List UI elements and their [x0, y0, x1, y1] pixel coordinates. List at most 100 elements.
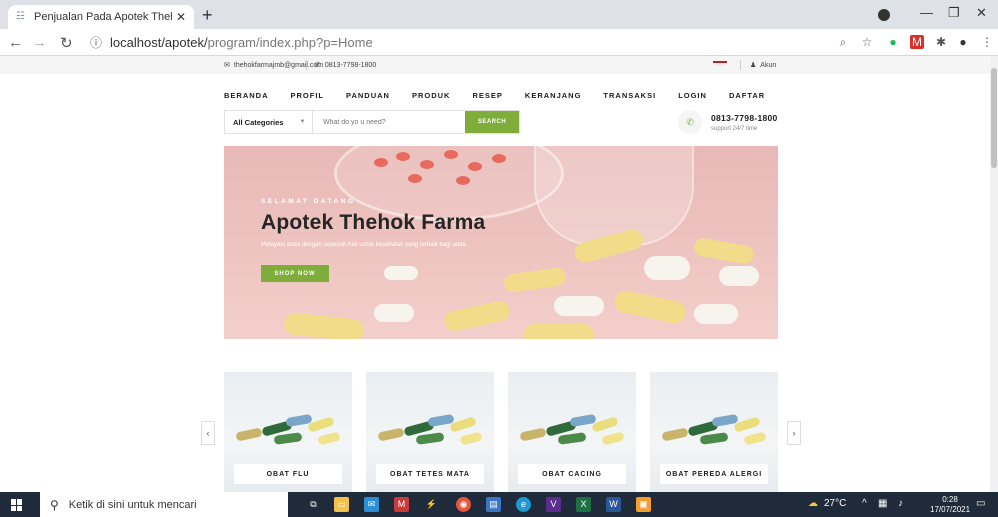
- carousel-prev-button[interactable]: ‹: [201, 421, 215, 445]
- category-label: OBAT PEREDA ALERGI: [660, 464, 768, 484]
- phone-text: 0813-7798-1800: [324, 61, 377, 69]
- menu-item-daftar[interactable]: DAFTAR: [729, 91, 765, 100]
- topbar-email: ✉ thehokfarmajmb@gmail.com: [224, 61, 324, 70]
- taskbar-clock[interactable]: 0:28 17/07/2021: [930, 495, 970, 515]
- clock-date: 17/07/2021: [930, 505, 971, 514]
- shop-now-button[interactable]: SHOP NOW: [261, 265, 329, 282]
- temperature[interactable]: 27°C: [824, 498, 846, 509]
- web-page: ✉ thehokfarmajmb@gmail.com ✆ 0813-7798-1…: [0, 56, 990, 492]
- forward-icon[interactable]: →: [32, 34, 47, 51]
- app-blue-icon[interactable]: ▤: [486, 497, 501, 512]
- url-field[interactable]: ⓘ localhost/apotek/program/index.php?p=H…: [90, 32, 820, 53]
- contact-support: support 24/7 time: [711, 125, 758, 132]
- capsules-image: [660, 410, 768, 450]
- contact-box: ✆ 0813-7798-1800 support 24/7 time: [678, 110, 778, 134]
- bookmark-star-icon[interactable]: ☆: [860, 35, 874, 49]
- visual-studio-icon[interactable]: V: [546, 497, 561, 512]
- menu-item-keranjang[interactable]: KERANJANG: [525, 91, 582, 100]
- minimize-icon[interactable]: —: [920, 5, 933, 20]
- category-card-flu[interactable]: OBAT FLU: [224, 372, 352, 492]
- orange-app-icon[interactable]: ▣: [636, 497, 651, 512]
- search-button[interactable]: SEARCH: [465, 111, 519, 133]
- red-app-icon[interactable]: M: [394, 497, 409, 512]
- tab-close-icon[interactable]: ✕: [176, 10, 186, 24]
- category-card-tetes-mata[interactable]: OBAT TETES MATA: [366, 372, 494, 492]
- site-top-bar: ✉ thehokfarmajmb@gmail.com ✆ 0813-7798-1…: [0, 56, 990, 74]
- scrollbar-thumb[interactable]: [991, 68, 997, 168]
- category-select-label: All Categories: [233, 117, 284, 127]
- mail-app-icon[interactable]: ✉: [364, 497, 379, 512]
- main-menu: BERANDA PROFIL PANDUAN PRODUK RESEP KERA…: [224, 91, 787, 100]
- menu-item-resep[interactable]: RESEP: [472, 91, 502, 100]
- notification-icon[interactable]: ▭: [976, 498, 985, 509]
- zoom-icon[interactable]: ⌕: [836, 35, 850, 49]
- menu-item-login[interactable]: LOGIN: [678, 91, 707, 100]
- category-label: OBAT TETES MATA: [376, 464, 484, 484]
- browser-tab[interactable]: ☷ Penjualan Pada Apotek Thehok F ✕: [8, 5, 194, 29]
- extension-red-icon[interactable]: M: [910, 35, 924, 49]
- menu-item-beranda[interactable]: BERANDA: [224, 91, 269, 100]
- menu-item-transaksi[interactable]: TRANSAKSI: [603, 91, 656, 100]
- account-link[interactable]: ♟ Akun: [750, 61, 777, 70]
- file-explorer-icon[interactable]: ▭: [334, 497, 349, 512]
- taskbar-search[interactable]: ⚲ Ketik di sini untuk mencari: [40, 492, 288, 517]
- menu-item-produk[interactable]: PRODUK: [412, 91, 451, 100]
- phone-icon: ✆: [315, 62, 321, 69]
- category-card-pereda-alergi[interactable]: OBAT PEREDA ALERGI: [650, 372, 778, 492]
- clock-time: 0:28: [942, 495, 958, 504]
- taskbar-search-placeholder: Ketik di sini untuk mencari: [68, 498, 197, 511]
- account-label: Akun: [760, 61, 777, 69]
- task-view-icon[interactable]: ⧉: [306, 497, 321, 512]
- menu-item-panduan[interactable]: PANDUAN: [346, 91, 390, 100]
- back-icon[interactable]: ←: [8, 34, 23, 51]
- edge-icon[interactable]: e: [516, 497, 531, 512]
- capsules-image: [234, 410, 342, 450]
- search-bar: All Categories ▼ SEARCH: [224, 110, 520, 134]
- profile-avatar-icon[interactable]: [878, 9, 890, 21]
- capsules-image: [518, 410, 626, 450]
- account-icon[interactable]: ●: [956, 35, 970, 49]
- mail-icon: ✉: [224, 62, 230, 69]
- reload-icon[interactable]: ↻: [60, 34, 73, 52]
- tray-chevron-up-icon[interactable]: ^: [862, 498, 867, 509]
- category-select[interactable]: All Categories ▼: [225, 111, 313, 133]
- search-input[interactable]: [313, 111, 465, 133]
- category-card-cacing[interactable]: OBAT CACING: [508, 372, 636, 492]
- carousel-next-button[interactable]: ›: [787, 421, 801, 445]
- category-label: OBAT FLU: [234, 464, 342, 484]
- email-text: thehokfarmajmb@gmail.com: [233, 61, 324, 69]
- hero-banner: SELAMAT DATANG Apotek Thehok Farma Melay…: [224, 146, 778, 339]
- menu-item-profil[interactable]: PROFIL: [291, 91, 325, 100]
- phone-circle-icon: ✆: [678, 110, 702, 134]
- windows-taskbar: ⚲ Ketik di sini untuk mencari ⧉ ▭ ✉ M ⚡ …: [0, 492, 998, 517]
- word-icon[interactable]: W: [606, 497, 621, 512]
- site-info-icon[interactable]: ⓘ: [90, 34, 102, 51]
- extension-green-icon[interactable]: ●: [886, 35, 900, 49]
- language-flag[interactable]: [713, 61, 730, 66]
- capsules-image: [376, 410, 484, 450]
- close-window-icon[interactable]: ✕: [976, 5, 987, 21]
- hero-welcome: SELAMAT DATANG: [261, 198, 356, 205]
- windows-start-icon[interactable]: [11, 499, 23, 511]
- user-icon: ♟: [750, 62, 757, 69]
- chevron-down-icon: ▼: [299, 119, 306, 125]
- network-icon[interactable]: ▦: [878, 498, 887, 509]
- excel-icon[interactable]: X: [576, 497, 591, 512]
- weather-icon[interactable]: ☁: [808, 498, 818, 509]
- contact-phone: 0813-7798-1800: [711, 112, 778, 123]
- category-label: OBAT CACING: [518, 464, 626, 484]
- restore-icon[interactable]: ❐: [948, 5, 960, 21]
- url-path: program/index.php?p=Home: [207, 35, 373, 50]
- chrome-icon[interactable]: ◉: [456, 497, 471, 512]
- tab-title: Penjualan Pada Apotek Thehok F: [34, 11, 172, 23]
- search-icon: ⚲: [50, 497, 59, 512]
- flag-icon: [713, 61, 727, 66]
- extensions-puzzle-icon[interactable]: ✱: [934, 35, 948, 49]
- new-tab-icon[interactable]: +: [202, 5, 213, 25]
- hero-title: Apotek Thehok Farma: [261, 211, 486, 234]
- xampp-icon[interactable]: ⚡: [424, 497, 439, 512]
- address-bar: ← → ↻ ⓘ localhost/apotek/program/index.p…: [0, 29, 998, 56]
- browser-menu-icon[interactable]: ⋮: [980, 35, 994, 49]
- volume-icon[interactable]: ♪: [898, 498, 903, 509]
- hero-content: SELAMAT DATANG Apotek Thehok Farma Melay…: [261, 198, 485, 282]
